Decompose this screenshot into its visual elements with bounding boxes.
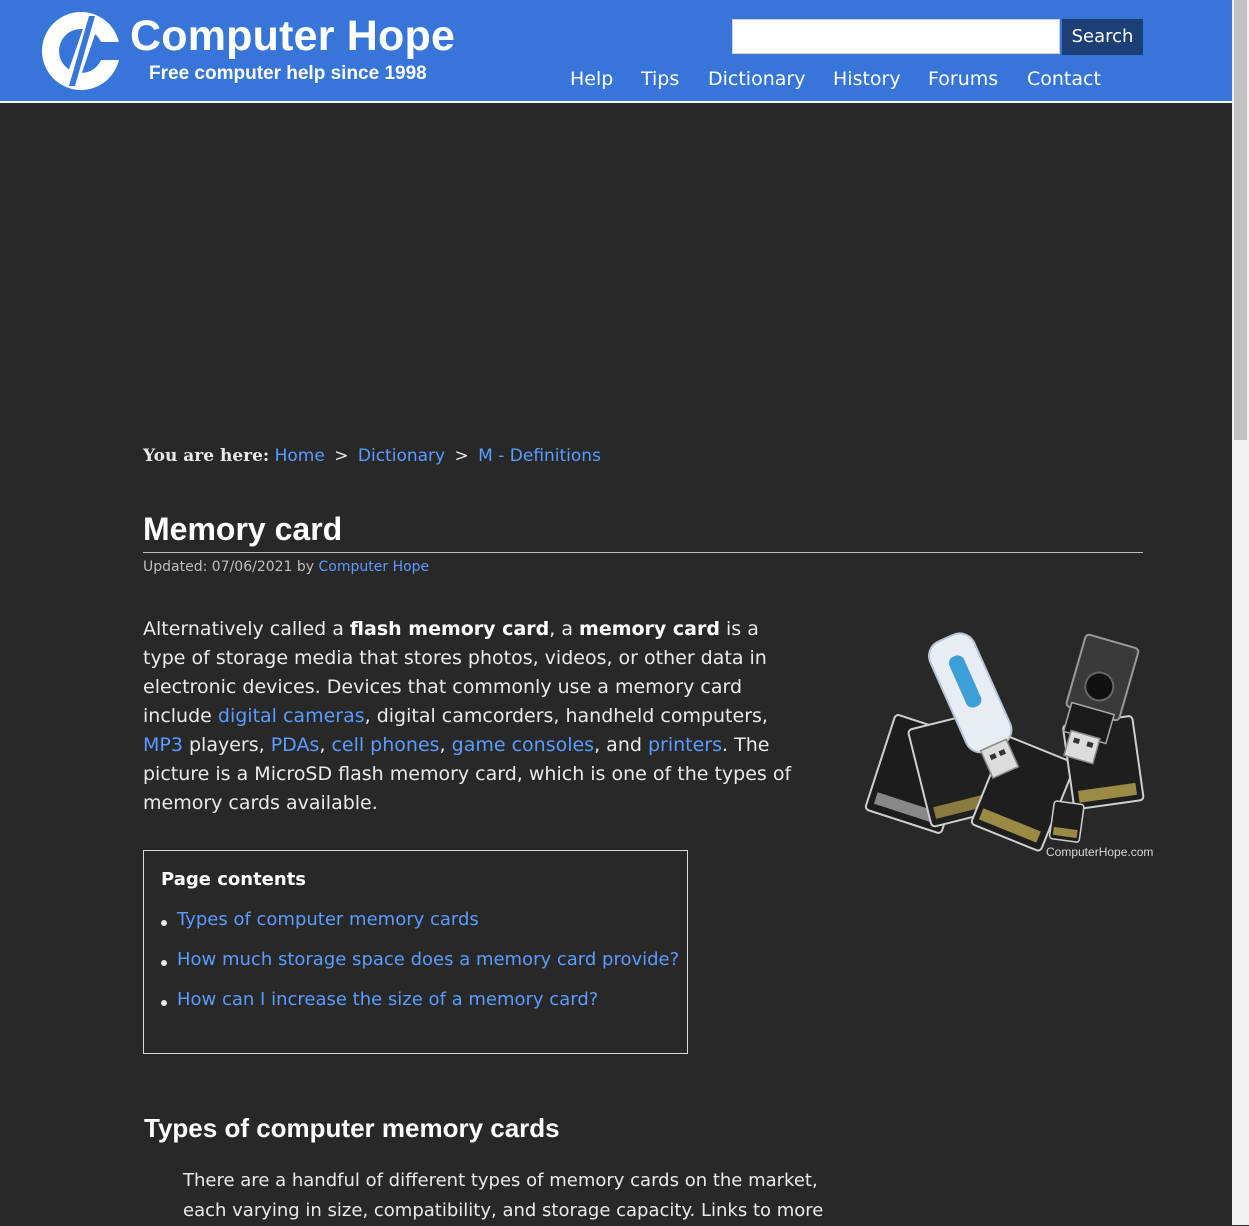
nav-history[interactable]: History bbox=[833, 68, 901, 90]
link-pdas[interactable]: PDAs bbox=[271, 734, 320, 756]
link-digital-cameras[interactable]: digital cameras bbox=[218, 705, 365, 727]
link-printers[interactable]: printers bbox=[648, 734, 722, 756]
term-memory-card: memory card bbox=[579, 618, 720, 640]
breadcrumb-separator: > bbox=[334, 446, 349, 466]
computer-hope-logo-icon bbox=[42, 12, 120, 90]
updated-line: Updated: 07/06/2021 by Computer Hope bbox=[143, 559, 429, 575]
breadcrumb-m-definitions[interactable]: M - Definitions bbox=[478, 446, 601, 466]
vertical-scrollbar[interactable] bbox=[1232, 0, 1249, 1225]
list-item: Types of computer memory cards bbox=[161, 909, 679, 949]
nav-contact[interactable]: Contact bbox=[1027, 68, 1101, 90]
search-button[interactable]: Search bbox=[1062, 19, 1143, 55]
nav-dictionary[interactable]: Dictionary bbox=[708, 68, 805, 90]
link-cell-phones[interactable]: cell phones bbox=[331, 734, 439, 756]
intro-paragraph: Alternatively called a flash memory card… bbox=[143, 618, 792, 814]
page-contents-title: Page contents bbox=[161, 869, 307, 890]
term-flash-memory-card: flash memory card bbox=[349, 618, 550, 640]
breadcrumb-separator: > bbox=[454, 446, 469, 466]
nav-tips[interactable]: Tips bbox=[641, 68, 679, 90]
page-contents-box: Page contents Types of computer memory c… bbox=[143, 850, 688, 1054]
image-caption: ComputerHope.com bbox=[1046, 845, 1154, 859]
nav-forums[interactable]: Forums bbox=[928, 68, 998, 90]
author-link[interactable]: Computer Hope bbox=[319, 559, 430, 575]
page-title: Memory card bbox=[143, 511, 343, 547]
nav-help[interactable]: Help bbox=[570, 68, 613, 90]
site-tagline: Free computer help since 1998 bbox=[149, 63, 427, 84]
toc-link-types[interactable]: Types of computer memory cards bbox=[177, 909, 479, 930]
breadcrumb: You are here: Home > Dictionary > M - De… bbox=[143, 446, 601, 466]
toc-link-storage-space[interactable]: How much storage space does a memory car… bbox=[177, 949, 679, 970]
breadcrumb-label: You are here: bbox=[143, 446, 270, 466]
list-item: How much storage space does a memory car… bbox=[161, 949, 679, 989]
link-mp3[interactable]: MP3 bbox=[143, 734, 183, 756]
site-title: Computer Hope bbox=[130, 12, 456, 60]
page-contents-list: Types of computer memory cards How much … bbox=[161, 909, 679, 1029]
site-header: Computer Hope Free computer help since 1… bbox=[0, 0, 1232, 103]
scrollbar-thumb[interactable] bbox=[1234, 0, 1247, 440]
search-input[interactable] bbox=[732, 19, 1060, 54]
section-paragraph: There are a handful of different types o… bbox=[183, 1170, 824, 1221]
list-item: How can I increase the size of a memory … bbox=[161, 989, 679, 1029]
updated-date: Updated: 07/06/2021 by bbox=[143, 559, 315, 575]
memory-cards-image bbox=[864, 632, 1145, 852]
breadcrumb-dictionary[interactable]: Dictionary bbox=[358, 446, 445, 466]
link-game-consoles[interactable]: game consoles bbox=[452, 734, 594, 756]
section-heading: Types of computer memory cards bbox=[144, 1113, 560, 1143]
toc-link-increase-size[interactable]: How can I increase the size of a memory … bbox=[177, 989, 598, 1010]
title-divider bbox=[143, 552, 1143, 553]
breadcrumb-home[interactable]: Home bbox=[275, 446, 325, 466]
